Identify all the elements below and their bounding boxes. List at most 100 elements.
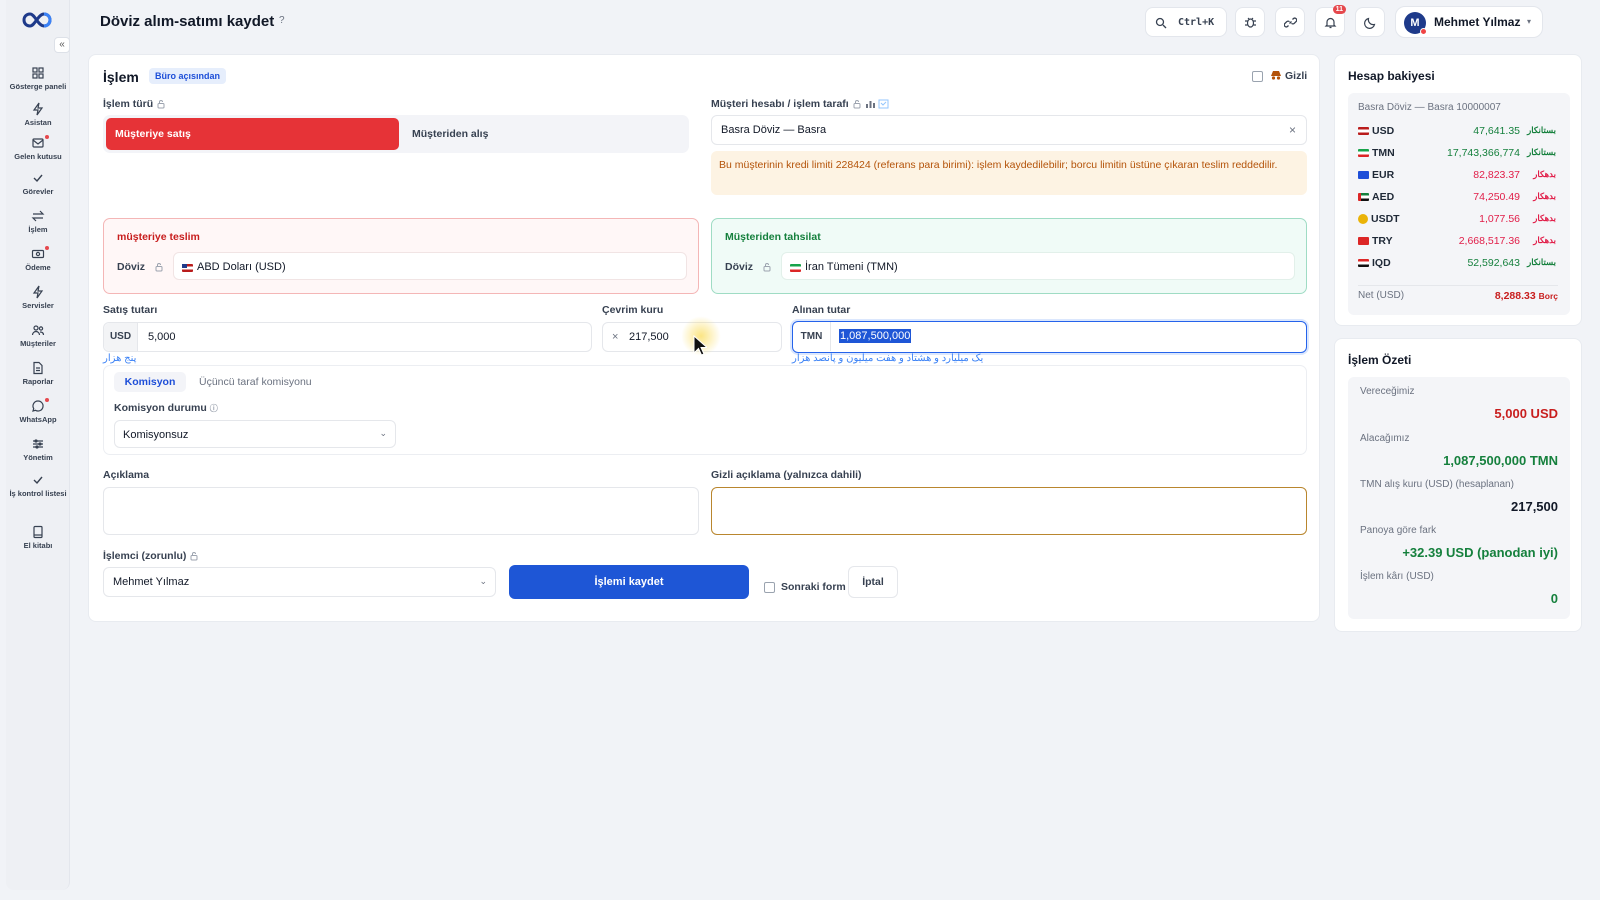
ledger-icon[interactable] xyxy=(878,99,889,109)
sidebar-item-inbox[interactable]: Gelen kutusu xyxy=(6,135,70,161)
balance-status: بدهکار xyxy=(1533,235,1556,245)
delivery-currency-label-text: Döviz xyxy=(117,261,146,273)
sidebar-item-label: Yönetim xyxy=(23,453,53,462)
sell-to-customer-option[interactable]: Müşteriye satış xyxy=(106,118,399,150)
hidden-checkbox[interactable] xyxy=(1252,71,1263,82)
balance-panel: Basra Döviz — Basra 10000007 USD 47,641.3… xyxy=(1348,93,1570,315)
unread-dot xyxy=(45,398,49,402)
caret-down-icon: ▾ xyxy=(1527,17,1532,26)
collection-box: Müşteriden tahsilat Döviz İran Tümeni (T… xyxy=(711,218,1307,294)
help-icon[interactable]: ? xyxy=(279,15,285,26)
balance-account: Basra Döviz — Basra 10000007 xyxy=(1358,102,1501,113)
description-textarea[interactable] xyxy=(103,487,699,535)
next-form-checkbox[interactable] xyxy=(764,582,775,593)
search-shortcut: Ctrl+K xyxy=(1178,17,1215,28)
theme-toggle[interactable] xyxy=(1355,7,1385,37)
search-button[interactable]: Ctrl+K xyxy=(1145,7,1227,37)
balance-value: 82,823.37 xyxy=(1473,169,1520,181)
summary-value: 5,000 USD xyxy=(1494,406,1558,421)
net-amount: 8,288.33 xyxy=(1494,290,1536,302)
operator-label-text: İşlemci (zorunlu) xyxy=(103,550,187,562)
sidebar-item-services[interactable]: Servisler xyxy=(6,285,70,310)
file-icon xyxy=(33,361,43,375)
private-description-textarea[interactable] xyxy=(711,487,1307,535)
net-label: Net (USD) xyxy=(1358,290,1405,301)
lock-icon xyxy=(763,263,771,272)
bug-icon xyxy=(1245,17,1256,28)
chart-icon[interactable] xyxy=(865,99,876,109)
collection-currency-label-text: Döviz xyxy=(725,261,754,273)
us-flag-icon xyxy=(182,262,196,274)
balance-title: Hesap bakiyesi xyxy=(1348,69,1435,83)
sidebar-item-dashboard[interactable]: Gösterge paneli xyxy=(6,66,70,91)
sidebar-item-transaction[interactable]: İşlem xyxy=(6,209,70,234)
sidebar-item-reports[interactable]: Raporlar xyxy=(6,361,70,386)
form-title: İşlem xyxy=(103,69,139,85)
next-form-label: Sonraki form xyxy=(781,581,846,593)
account-label-text: Müşteri hesabı / işlem tarafı xyxy=(711,98,849,110)
sidebar-item-payment[interactable]: Ödeme xyxy=(6,246,70,272)
summary-label: TMN alış kuru (USD) (hesaplanan) xyxy=(1360,479,1514,490)
received-amount-value: 1,087,500,000 xyxy=(839,329,912,343)
debug-button[interactable] xyxy=(1235,7,1265,37)
summary-value: 0 xyxy=(1550,591,1558,606)
received-amount-label: Alınan tutar xyxy=(792,304,851,316)
sale-amount-field[interactable]: USD 5,000 xyxy=(103,322,592,352)
topbar: Döviz alım-satımı kaydet ? Ctrl+K 11 M M… xyxy=(70,0,1600,44)
tab-third-party-commission[interactable]: Üçüncü taraf komisyonu xyxy=(199,376,312,388)
delivery-currency-label: Döviz xyxy=(117,261,145,273)
balance-status: بدهکار xyxy=(1533,169,1556,179)
operator-label: İşlemci (zorunlu) xyxy=(103,550,199,562)
sidebar-item-assistant[interactable]: Asistan xyxy=(6,102,70,127)
hidden-label: Gizli xyxy=(1285,70,1308,82)
balance-value: 2,668,517.36 xyxy=(1458,235,1520,247)
account-value: Basra Döviz — Basra xyxy=(721,124,827,136)
sidebar-item-label: Ödeme xyxy=(25,263,51,272)
clear-icon[interactable]: × xyxy=(1289,123,1296,137)
bolt-icon xyxy=(32,285,44,299)
sliders-icon xyxy=(33,439,43,449)
currency-code: IQD xyxy=(1372,257,1391,269)
collection-currency-select[interactable]: İran Tümeni (TMN) xyxy=(781,252,1295,280)
link-icon xyxy=(1284,17,1297,28)
notifications-button[interactable]: 11 xyxy=(1315,5,1346,37)
save-transaction-button[interactable]: İşlemi kaydet xyxy=(509,565,749,599)
sidebar-item-handbook[interactable]: El kitabı xyxy=(6,525,70,550)
cancel-button[interactable]: İptal xyxy=(848,566,898,598)
collection-currency-value: İran Tümeni (TMN) xyxy=(805,261,898,273)
delivery-currency-select[interactable]: ABD Doları (USD) xyxy=(173,252,687,280)
balance-row: TRY 2,668,517.36 بدهکار xyxy=(1358,235,1556,247)
collection-title: Müşteriden tahsilat xyxy=(725,231,821,243)
description-label: Açıklama xyxy=(103,469,150,481)
buy-from-customer-option[interactable]: Müşteriden alış xyxy=(412,128,488,140)
operator-select[interactable]: Mehmet Yılmaz ⌄ xyxy=(103,567,496,597)
user-menu[interactable]: M Mehmet Yılmaz ▾ xyxy=(1395,6,1543,38)
balance-status: بستانکار xyxy=(1527,147,1556,157)
rate-value: 217,500 xyxy=(629,331,669,343)
received-amount-field[interactable]: TMN 1,087,500,000 xyxy=(792,321,1307,353)
sidebar-item-tasks[interactable]: Görevler xyxy=(6,171,70,196)
sidebar-item-whatsapp[interactable]: WhatsApp xyxy=(6,398,70,424)
sidebar-item-label: Gelen kutusu xyxy=(14,152,62,161)
account-field[interactable]: Basra Döviz — Basra × xyxy=(711,115,1307,145)
status-dot xyxy=(1420,28,1427,35)
commission-panel: Komisyon Üçüncü taraf komisyonu Komisyon… xyxy=(103,365,1307,455)
summary-label: Alacağımız xyxy=(1360,433,1410,444)
link-button[interactable] xyxy=(1275,7,1305,37)
sidebar-item-customers[interactable]: Müşteriler xyxy=(6,323,70,348)
sidebar-item-checklist[interactable]: İş kontrol listesi xyxy=(6,473,70,498)
app-logo[interactable] xyxy=(22,10,56,30)
check-icon xyxy=(33,174,43,183)
balance-value: 1,077.56 xyxy=(1479,213,1520,225)
chevron-down-icon: ⌄ xyxy=(379,428,387,438)
tab-commission[interactable]: Komisyon xyxy=(114,372,186,392)
balance-status: بستانکار xyxy=(1527,257,1556,267)
received-currency-addon: TMN xyxy=(793,322,831,351)
commission-status-select[interactable]: Komisyonsuz ⌄ xyxy=(114,420,396,448)
currency-code: EUR xyxy=(1372,169,1395,181)
delivery-box: müşteriye teslim Döviz ABD Doları (USD) xyxy=(103,218,699,294)
received-amount-words: یک میلیارد و هشتاد و هفت میلیون و پانصد … xyxy=(792,353,984,364)
summary-title: İşlem Özeti xyxy=(1348,353,1412,367)
sidebar-collapse-button[interactable]: « xyxy=(54,37,70,53)
sidebar-item-management[interactable]: Yönetim xyxy=(6,437,70,462)
